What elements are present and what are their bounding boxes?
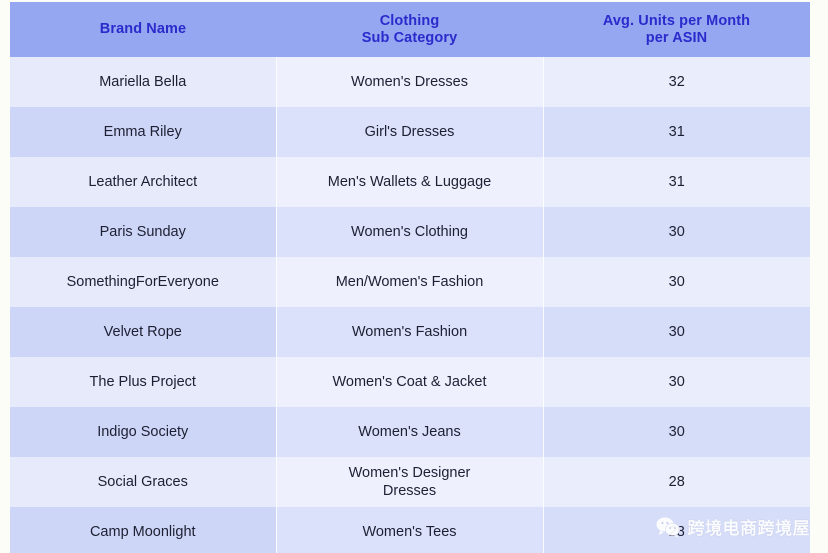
cell-avg-units-per-month-per-asin: 30 <box>543 207 810 257</box>
cell-brand-name: Mariella Bella <box>10 57 276 107</box>
cell-clothing-sub-category: Women's Coat & Jacket <box>276 357 543 407</box>
table-row[interactable]: Velvet Rope Women's Fashion 30 <box>10 307 810 357</box>
table-row[interactable]: Emma Riley Girl's Dresses 31 <box>10 107 810 157</box>
column-header-brand-name[interactable]: Brand Name <box>10 2 276 57</box>
table-row[interactable]: SomethingForEveryone Men/Women's Fashion 3… <box>10 257 810 307</box>
cell-avg-units-per-month-per-asin: 30 <box>543 407 810 457</box>
cell-clothing-sub-category-line1: Women's Coat & Jacket <box>283 373 537 391</box>
column-header-clothing-sub-category-line2: Sub Category <box>282 30 537 47</box>
cell-clothing-sub-category: Women's Jeans <box>276 407 543 457</box>
table-row[interactable]: Paris Sunday Women's Clothing 30 <box>10 207 810 257</box>
cell-avg-units-per-month-per-asin: 31 <box>543 107 810 157</box>
cell-clothing-sub-category: Women's Tees <box>276 507 543 553</box>
table-row[interactable]: Leather Architect Men's Wallets & Luggage… <box>10 157 810 207</box>
cell-clothing-sub-category-line1: Women's Tees <box>283 523 537 541</box>
column-header-avg-units-per-month-per-asin[interactable]: Avg. Units per Month per ASIN <box>543 2 810 57</box>
column-header-avg-units-line2: per ASIN <box>549 30 804 47</box>
brand-units-table-container: Brand Name Clothing Sub Category Avg. Un… <box>10 2 810 553</box>
cell-clothing-sub-category: Women's Dresses <box>276 57 543 107</box>
cell-clothing-sub-category: Men/Women's Fashion <box>276 257 543 307</box>
cell-brand-name: Velvet Rope <box>10 307 276 357</box>
cell-avg-units-per-month-per-asin: 28 <box>543 457 810 507</box>
cell-clothing-sub-category-line1: Women's Designer <box>283 464 537 482</box>
cell-clothing-sub-category-line2: Dresses <box>283 482 537 500</box>
cell-brand-name: Camp Moonlight <box>10 507 276 553</box>
cell-clothing-sub-category-line1: Girl's Dresses <box>283 123 537 141</box>
cell-avg-units-per-month-per-asin: 30 <box>543 257 810 307</box>
cell-clothing-sub-category-line1: Women's Jeans <box>283 423 537 441</box>
table-row[interactable]: Mariella Bella Women's Dresses 32 <box>10 57 810 107</box>
cell-brand-name: SomethingForEveryone <box>10 257 276 307</box>
column-header-clothing-sub-category-line1: Clothing <box>282 13 537 30</box>
column-header-avg-units-line1: Avg. Units per Month <box>549 13 804 30</box>
table-row[interactable]: Indigo Society Women's Jeans 30 <box>10 407 810 457</box>
cell-brand-name: Paris Sunday <box>10 207 276 257</box>
cell-brand-name: Emma Riley <box>10 107 276 157</box>
table-header: Brand Name Clothing Sub Category Avg. Un… <box>10 2 810 57</box>
table-row[interactable]: The Plus Project Women's Coat & Jacket 30 <box>10 357 810 407</box>
cell-avg-units-per-month-per-asin: 30 <box>543 307 810 357</box>
cell-clothing-sub-category: Girl's Dresses <box>276 107 543 157</box>
cell-clothing-sub-category-line1: Women's Dresses <box>283 73 537 91</box>
cell-avg-units-per-month-per-asin: 31 <box>543 157 810 207</box>
cell-clothing-sub-category: Men's Wallets & Luggage <box>276 157 543 207</box>
cell-brand-name: Indigo Society <box>10 407 276 457</box>
cell-clothing-sub-category-line1: Men/Women's Fashion <box>283 273 537 291</box>
cell-brand-name: The Plus Project <box>10 357 276 407</box>
table-row[interactable]: Camp Moonlight Women's Tees 28 <box>10 507 810 553</box>
cell-clothing-sub-category-line1: Men's Wallets & Luggage <box>283 173 537 191</box>
brand-units-table: Brand Name Clothing Sub Category Avg. Un… <box>10 2 810 553</box>
cell-clothing-sub-category: Women's Fashion <box>276 307 543 357</box>
table-header-row: Brand Name Clothing Sub Category Avg. Un… <box>10 2 810 57</box>
cell-avg-units-per-month-per-asin: 32 <box>543 57 810 107</box>
cell-brand-name: Leather Architect <box>10 157 276 207</box>
cell-clothing-sub-category-line1: Women's Fashion <box>283 323 537 341</box>
cell-avg-units-per-month-per-asin: 30 <box>543 357 810 407</box>
cell-brand-name: Social Graces <box>10 457 276 507</box>
table-body: Mariella BellaWomen's Dresses32Emma Rile… <box>10 57 810 553</box>
cell-clothing-sub-category-line1: Women's Clothing <box>283 223 537 241</box>
cell-clothing-sub-category: Women's Clothing <box>276 207 543 257</box>
table-row[interactable]: Social GracesWomen's DesignerDresses28 <box>10 457 810 507</box>
column-header-clothing-sub-category[interactable]: Clothing Sub Category <box>276 2 543 57</box>
column-header-brand-name-line1: Brand Name <box>16 21 270 38</box>
cell-clothing-sub-category: Women's DesignerDresses <box>276 457 543 507</box>
cell-avg-units-per-month-per-asin: 28 <box>543 507 810 553</box>
